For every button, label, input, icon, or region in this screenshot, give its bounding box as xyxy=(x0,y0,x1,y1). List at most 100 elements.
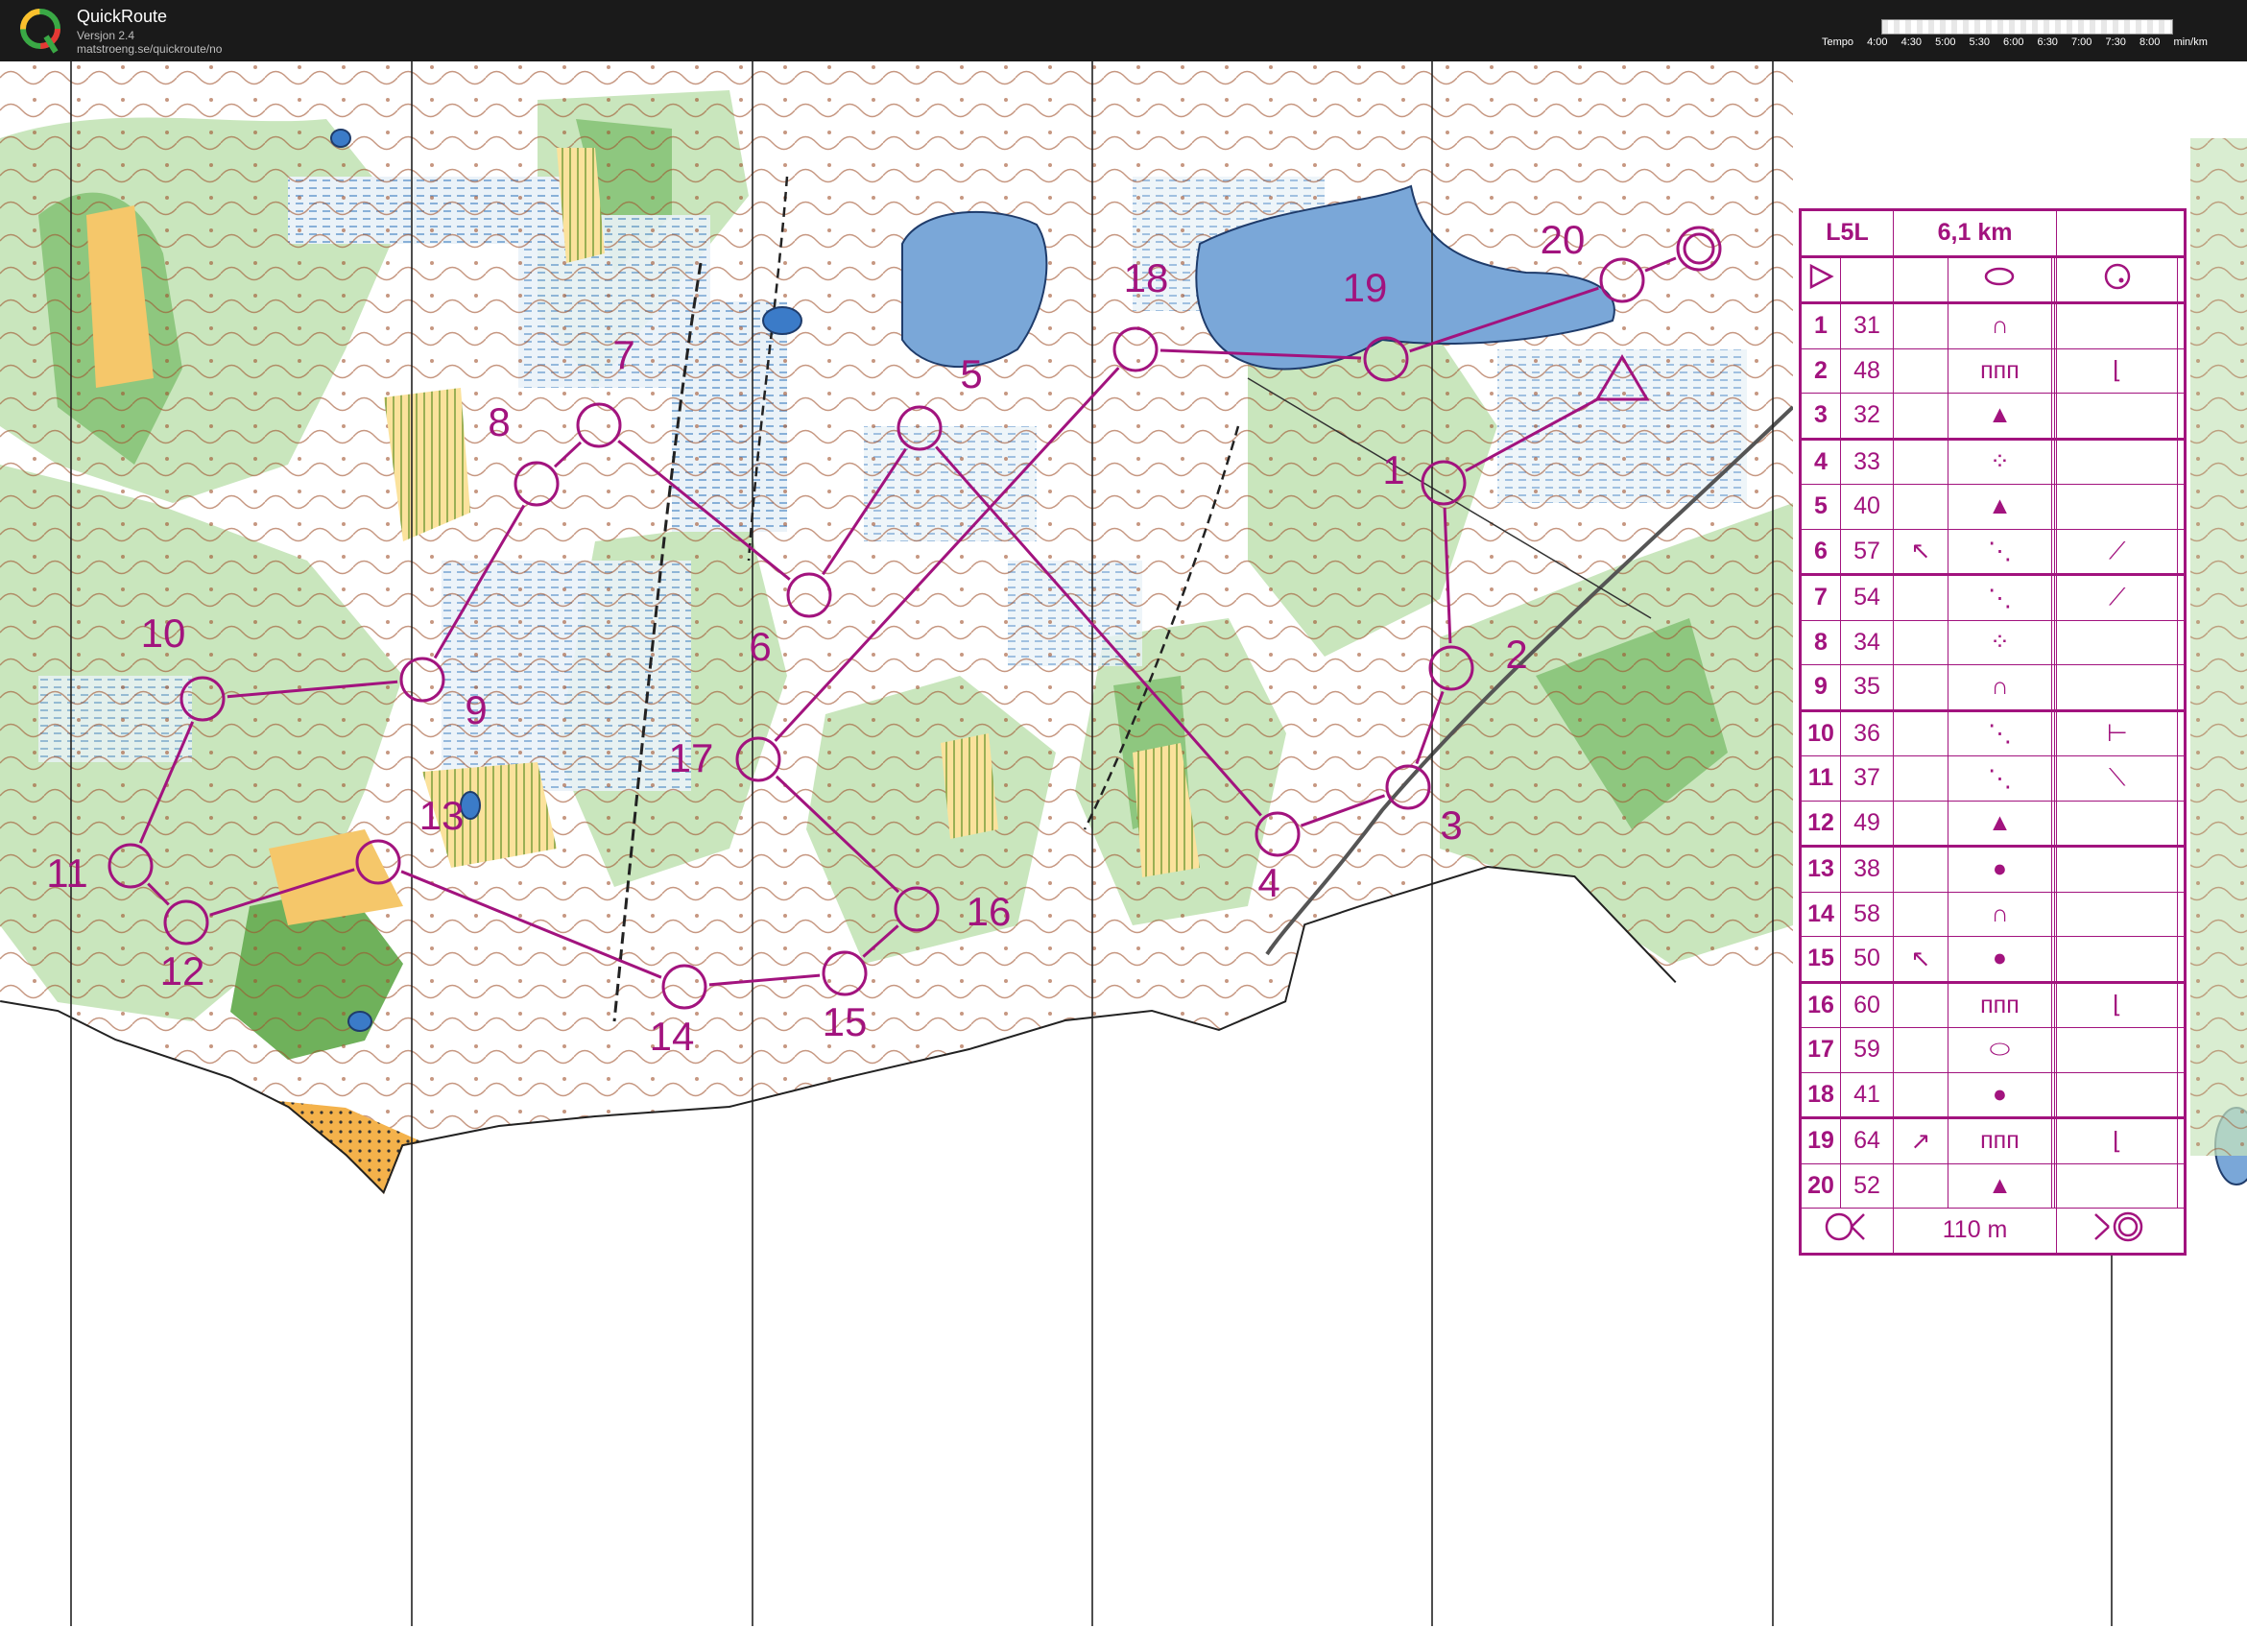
cd-control-row: 19 64 ↗ ᴨᴨᴨ ⌊ xyxy=(1800,1117,2186,1164)
control-number: 7 xyxy=(1800,574,1841,621)
detail-symbol xyxy=(2056,619,2179,665)
tempo-scale-labels: Tempo 4:00 4:30 5:00 5:30 6:00 6:30 7:00… xyxy=(1822,36,2218,48)
other-cell xyxy=(2177,347,2186,394)
tempo-tick: 5:30 xyxy=(1969,36,1990,48)
control-label: 11 xyxy=(46,850,88,896)
feature-symbol: ᴨᴨᴨ xyxy=(1947,1117,2052,1164)
tempo-unit: min/km xyxy=(2173,36,2208,48)
cd-control-row: 4 33 ⁘ xyxy=(1800,438,2186,485)
other-cell xyxy=(2177,484,2186,530)
control-number: 9 xyxy=(1800,664,1841,712)
other-cell xyxy=(2177,619,2186,665)
detail-symbol: ⟋ xyxy=(2056,528,2179,576)
other-cell xyxy=(2177,1071,2186,1119)
feature-symbol: ⋱ xyxy=(1947,709,2052,756)
detail-symbol xyxy=(2056,936,2179,984)
control-label: 19 xyxy=(1343,265,1388,310)
control-number: 10 xyxy=(1800,709,1841,756)
cd-finish-row: 110 m xyxy=(1800,1208,2186,1255)
direction-symbol xyxy=(1893,1027,1948,1073)
feature-symbol: ⁘ xyxy=(1947,438,2052,485)
tempo-color-scale[interactable] xyxy=(1881,19,2173,35)
direction-symbol xyxy=(1893,484,1948,530)
tempo-tick: 6:00 xyxy=(2003,36,2024,48)
control-number: 2 xyxy=(1800,347,1841,394)
detail-symbol xyxy=(2056,1071,2179,1119)
control-label: 4 xyxy=(1257,860,1279,905)
map-canvas[interactable]: 1 2 3 4 5 6 7 8 9 10 11 12 13 14 15 16 17 18 19 20 L5L 6,1 … xyxy=(0,61,2247,1652)
cd-control-row: 11 37 ⋱ ⟍ xyxy=(1800,755,2186,802)
finish-distance: 110 m xyxy=(1892,1208,2058,1255)
detail-symbol: ⟋ xyxy=(2056,574,2179,621)
direction-symbol xyxy=(1893,393,1948,441)
circle-icon xyxy=(2056,255,2179,304)
control-number: 1 xyxy=(1800,302,1841,349)
other-cell xyxy=(2177,1117,2186,1164)
control-number: 11 xyxy=(1800,755,1841,802)
control-label: 5 xyxy=(960,351,982,396)
direction-symbol xyxy=(1893,302,1948,349)
direction-symbol xyxy=(1893,664,1948,712)
other-cell xyxy=(2177,846,2186,893)
cd-control-row: 1 31 ∩ xyxy=(1800,302,2186,349)
control-code: 36 xyxy=(1840,709,1894,756)
direction-symbol xyxy=(1893,891,1948,937)
direction-symbol xyxy=(1893,846,1948,893)
feature-symbol: ▲ xyxy=(1947,484,2052,530)
detail-symbol xyxy=(2056,846,2179,893)
tempo-tick: 4:30 xyxy=(1900,36,1922,48)
control-number: 12 xyxy=(1800,800,1841,848)
control-code: 33 xyxy=(1840,438,1894,485)
control-code: 54 xyxy=(1840,574,1894,621)
control-label: 12 xyxy=(160,948,205,994)
direction-symbol xyxy=(1893,1071,1948,1119)
control-label: 14 xyxy=(650,1014,695,1059)
control-code: 35 xyxy=(1840,664,1894,712)
direction-symbol xyxy=(1893,619,1948,665)
feature-symbol: ⋱ xyxy=(1947,755,2052,802)
control-number: 16 xyxy=(1800,981,1841,1028)
cd-control-row: 18 41 ● xyxy=(1800,1071,2186,1119)
other-cell xyxy=(2177,800,2186,848)
feature-symbol: ● xyxy=(1947,936,2052,984)
cd-control-row: 2 48 ᴨᴨᴨ ⌊ xyxy=(1800,347,2186,394)
pond xyxy=(762,306,802,335)
other-cell xyxy=(2177,936,2186,984)
app-url[interactable]: matstroeng.se/quickroute/no xyxy=(77,42,222,56)
tempo-tick: 6:30 xyxy=(2037,36,2058,48)
app-title: QuickRoute xyxy=(77,7,168,26)
direction-symbol xyxy=(1893,800,1948,848)
control-code: 48 xyxy=(1840,347,1894,394)
app-version: Versjon 2.4 xyxy=(77,29,135,42)
other-cell xyxy=(2177,528,2186,576)
control-code: 52 xyxy=(1840,1162,1894,1209)
cd-control-row: 3 32 ▲ xyxy=(1800,393,2186,441)
finish-icon xyxy=(2056,1208,2186,1255)
control-number: 6 xyxy=(1800,528,1841,576)
feature-symbol: ∩ xyxy=(1947,664,2052,712)
control-label: 6 xyxy=(749,624,771,669)
tempo-tick: 7:00 xyxy=(2071,36,2092,48)
detail-symbol: ⌊ xyxy=(2056,1117,2179,1164)
detail-symbol xyxy=(2056,664,2179,712)
control-number: 13 xyxy=(1800,846,1841,893)
feature-symbol: ▲ xyxy=(1947,800,2052,848)
cd-control-row: 6 57 ↖ ⋱ ⟋ xyxy=(1800,528,2186,576)
control-code: 50 xyxy=(1840,936,1894,984)
cd-control-row: 16 60 ᴨᴨᴨ ⌊ xyxy=(1800,981,2186,1028)
detail-symbol xyxy=(2056,484,2179,530)
cd-control-row: 17 59 ⬭ xyxy=(1800,1027,2186,1073)
detail-symbol xyxy=(2056,1162,2179,1209)
control-label: 16 xyxy=(967,889,1012,934)
feature-symbol: ⋱ xyxy=(1947,574,2052,621)
control-code: 59 xyxy=(1840,1027,1894,1073)
cd-control-row: 14 58 ∩ xyxy=(1800,891,2186,937)
feature-symbol: ▲ xyxy=(1947,393,2052,441)
control-code: 64 xyxy=(1840,1117,1894,1164)
control-code: 38 xyxy=(1840,846,1894,893)
pond xyxy=(330,129,351,148)
control-label: 3 xyxy=(1440,802,1462,848)
feature-symbol: ∩ xyxy=(1947,302,2052,349)
other-cell xyxy=(2177,755,2186,802)
feature-symbol: ⬭ xyxy=(1947,1027,2052,1073)
